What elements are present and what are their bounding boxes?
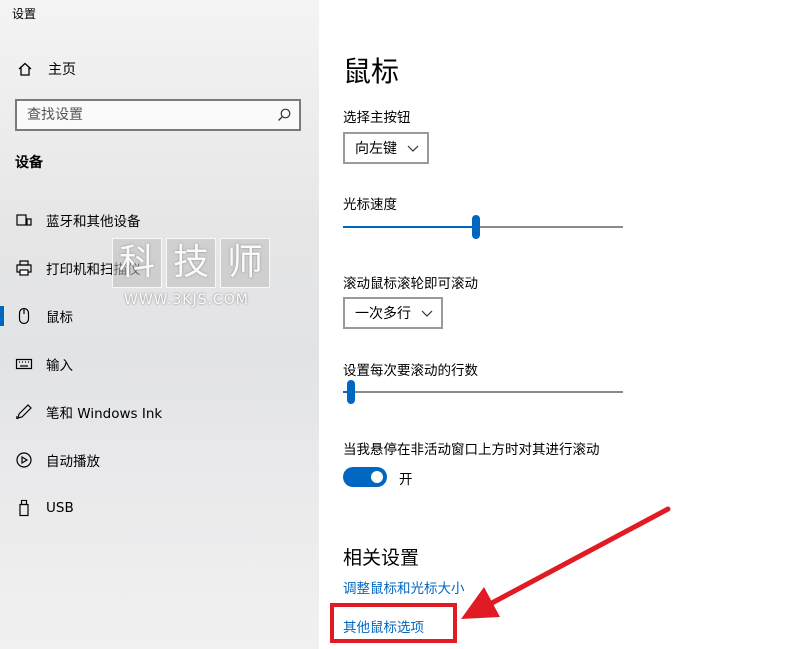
toggle-state: 开 [399,472,413,488]
toggle-knob [371,471,383,483]
printer-icon [14,258,34,278]
chevron-down-icon [421,310,433,317]
watermark-char: 技 [166,238,216,288]
cursor-speed-slider[interactable] [343,215,623,239]
slider-thumb[interactable] [472,215,480,239]
scroll-lines-label: 设置每次要滚动的行数 [343,363,478,379]
annotation-highlight-box [330,603,457,643]
sidebar-item-pen[interactable]: 笔和 Windows Ink [0,392,319,432]
sidebar-item-label: USB [46,500,74,516]
scroll-mode-label: 滚动鼠标滚轮即可滚动 [343,276,478,292]
autoplay-icon [14,450,34,470]
main-panel: 鼠标 选择主按钮 向左键 光标速度 滚动鼠标滚轮即可滚动 一次多行 设置每次要滚… [319,0,804,649]
section-title: 设备 [15,155,43,171]
primary-button-label: 选择主按钮 [343,110,411,126]
pen-icon [14,402,34,422]
search-input[interactable] [17,101,269,129]
watermark-char: 师 [220,238,270,288]
settings-window: 设置 主页 设备 蓝牙和其他设备 打印机和扫描仪 [0,0,804,649]
primary-button-value: 向左键 [355,141,397,157]
adjust-cursor-size-link[interactable]: 调整鼠标和光标大小 [343,577,465,597]
search-box[interactable] [15,99,301,131]
scroll-lines-slider[interactable] [343,380,623,404]
chevron-down-icon [407,145,419,152]
sidebar-item-label: 输入 [46,358,73,374]
related-settings-title: 相关设置 [343,547,420,569]
sidebar-item-usb[interactable]: USB [0,488,319,528]
page-title: 鼠标 [343,55,400,88]
sidebar-item-autoplay[interactable]: 自动播放 [0,440,319,480]
watermark: 科 技 师 WWW.3KJS.COM [112,238,272,312]
keyboard-icon [14,354,34,374]
sidebar-item-label: 自动播放 [46,454,100,470]
sidebar-item-label: 鼠标 [46,310,73,326]
window-title: 设置 [12,7,37,21]
watermark-char: 科 [112,238,162,288]
watermark-url: WWW.3KJS.COM [124,292,249,308]
bluetooth-devices-icon [14,210,34,230]
slider-fill [343,226,476,228]
sidebar-item-label: 蓝牙和其他设备 [46,214,141,230]
mouse-icon [14,306,34,326]
home-nav[interactable]: 主页 [16,58,76,80]
inactive-scroll-toggle[interactable] [343,467,387,487]
search-icon[interactable] [276,107,292,123]
scroll-mode-value: 一次多行 [355,306,411,322]
slider-track [343,391,623,393]
scroll-mode-dropdown[interactable]: 一次多行 [343,297,443,329]
cursor-speed-label: 光标速度 [343,197,397,213]
primary-button-dropdown[interactable]: 向左键 [343,132,429,164]
sidebar-item-label: 笔和 Windows Ink [46,406,163,422]
inactive-scroll-label: 当我悬停在非活动窗口上方时对其进行滚动 [343,442,600,458]
sidebar-item-bluetooth[interactable]: 蓝牙和其他设备 [0,200,319,240]
sidebar-item-input[interactable]: 输入 [0,344,319,384]
sidebar: 设置 主页 设备 蓝牙和其他设备 打印机和扫描仪 [0,0,319,649]
usb-icon [14,498,34,518]
home-label: 主页 [48,62,76,78]
slider-thumb[interactable] [347,380,355,404]
home-icon [16,60,34,78]
